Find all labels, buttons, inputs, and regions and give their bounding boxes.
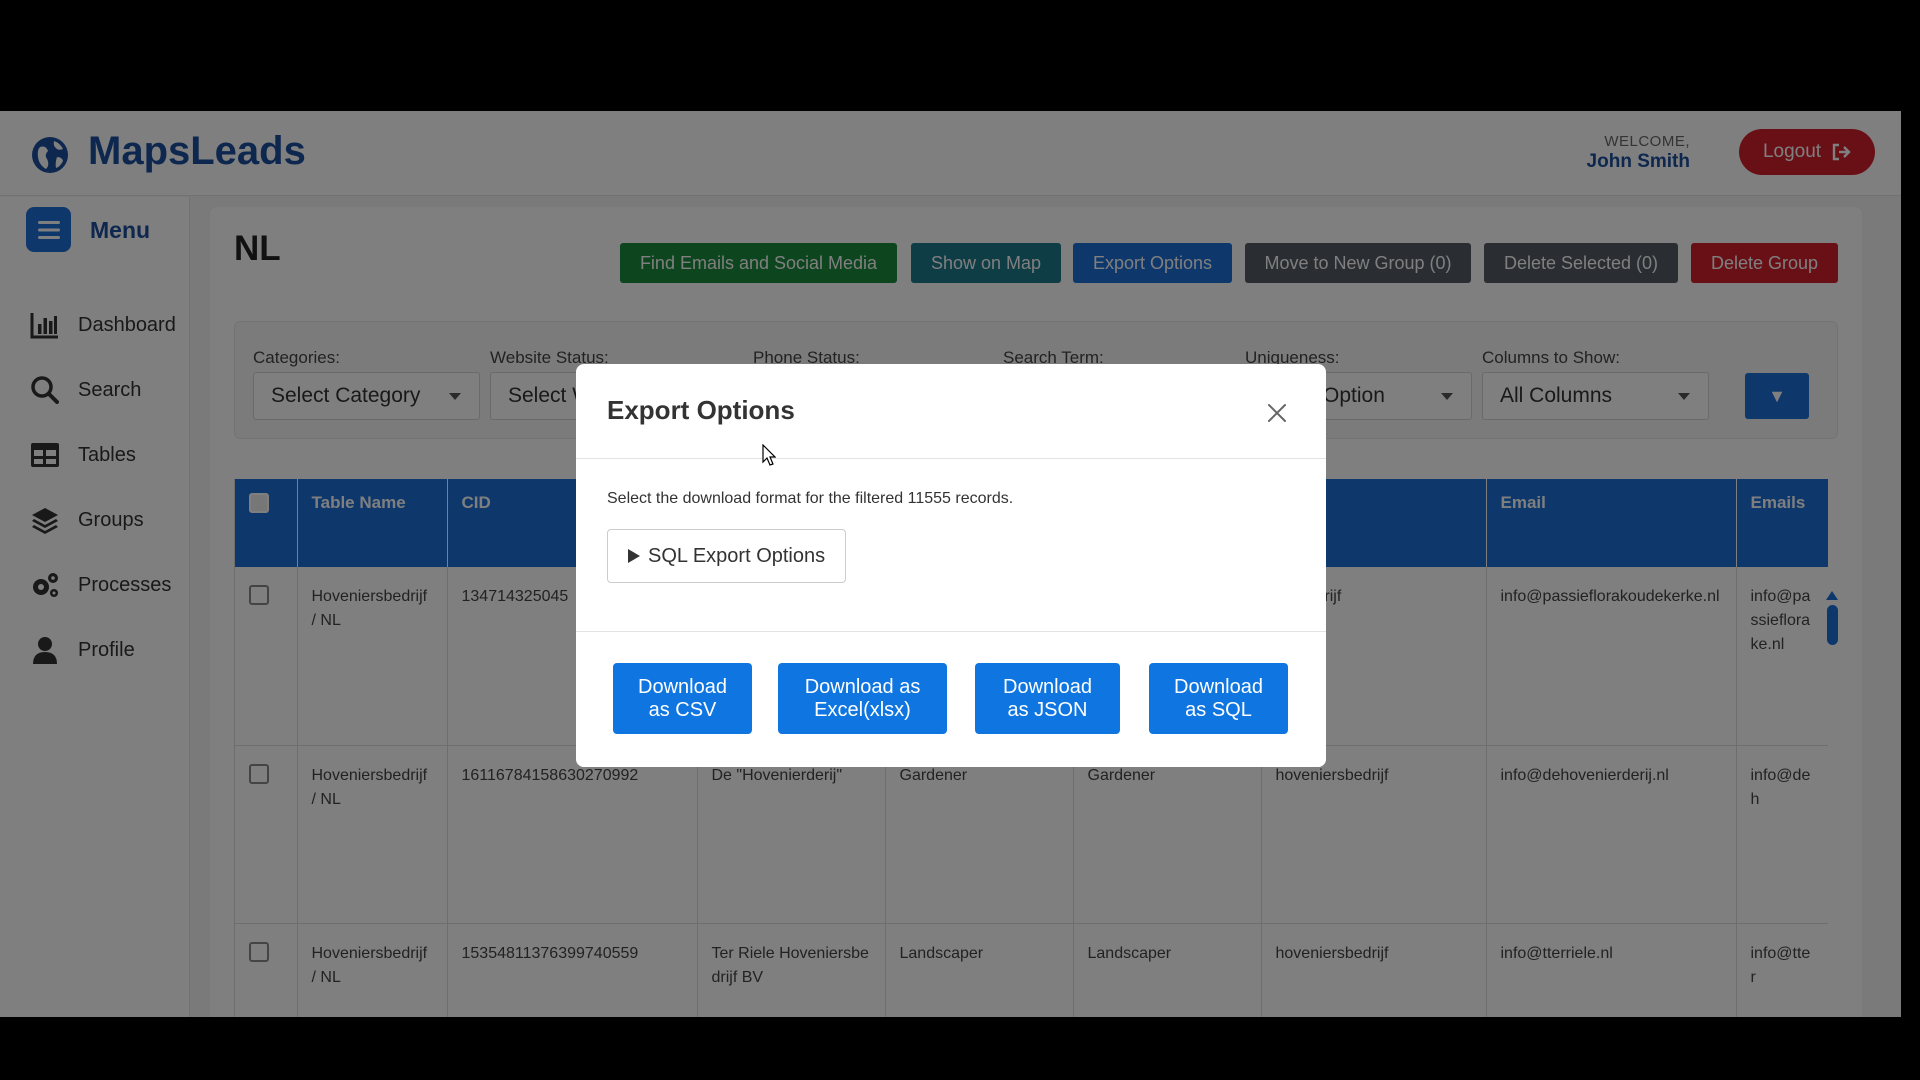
export-options-modal: Export Options Select the download forma…	[576, 364, 1326, 767]
download-json-button[interactable]: Download as JSON	[975, 663, 1120, 734]
modal-divider	[576, 458, 1326, 459]
modal-footer: Download as CSV Download as Excel(xlsx) …	[576, 631, 1326, 767]
close-icon[interactable]	[1264, 400, 1290, 426]
download-sql-button[interactable]: Download as SQL	[1149, 663, 1288, 734]
triangle-right-icon	[628, 549, 640, 563]
mouse-cursor-icon	[762, 444, 776, 466]
sql-export-options-toggle[interactable]: SQL Export Options	[607, 529, 846, 583]
download-csv-button[interactable]: Download as CSV	[613, 663, 752, 734]
modal-description: Select the download format for the filte…	[607, 490, 1014, 507]
sql-export-options-label: SQL Export Options	[648, 544, 826, 567]
download-excel-button[interactable]: Download as Excel(xlsx)	[778, 663, 947, 734]
modal-title: Export Options	[607, 395, 795, 425]
